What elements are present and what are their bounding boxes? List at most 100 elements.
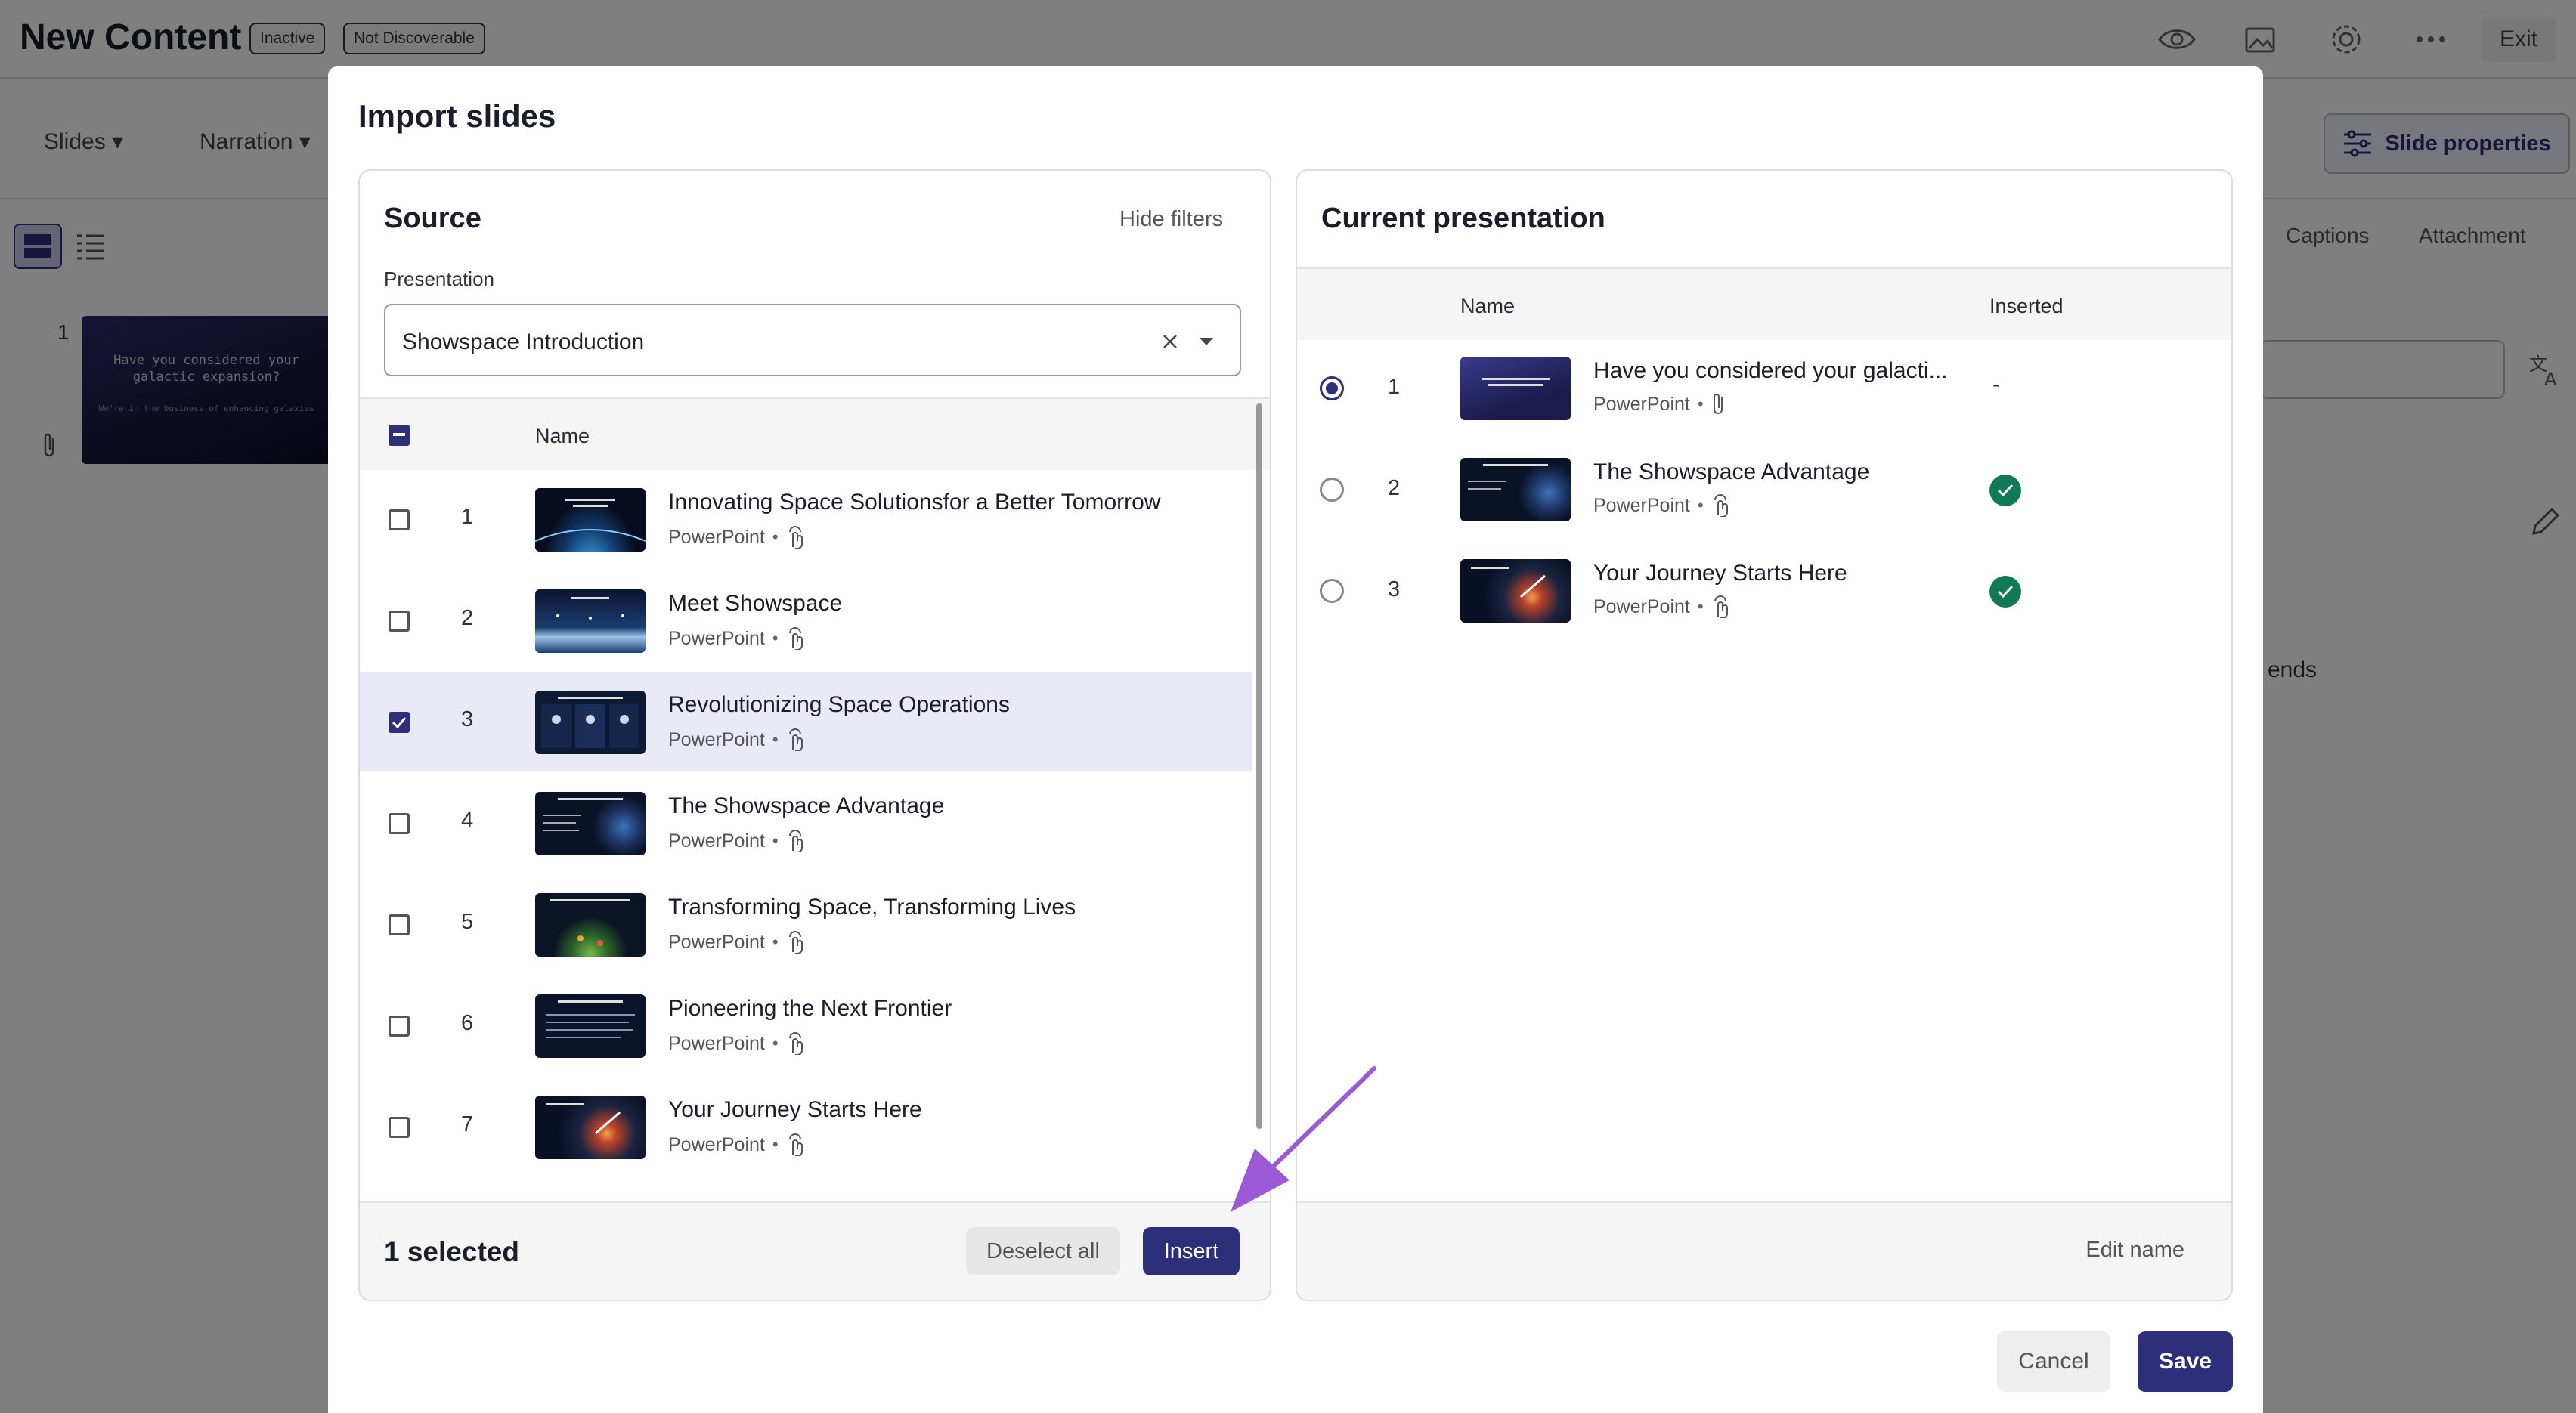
separator-dot: •: [1697, 496, 1704, 515]
current-table-header: Name Inserted: [1297, 267, 2231, 340]
row-checkbox[interactable]: [389, 509, 410, 530]
row-number: 6: [461, 1011, 474, 1035]
slide-thumbnail: [535, 691, 646, 754]
source-title: Source: [384, 203, 481, 234]
row-checkbox-checked[interactable]: [389, 712, 410, 733]
row-checkbox[interactable]: [389, 611, 410, 632]
row-checkbox[interactable]: [389, 914, 410, 935]
row-checkbox[interactable]: [389, 813, 410, 834]
presentation-select-value: Showspace Introduction: [402, 329, 645, 354]
edit-name-button[interactable]: Edit name: [2085, 1238, 2184, 1263]
slide-type: PowerPoint: [1593, 595, 1690, 617]
slide-type: PowerPoint: [1593, 393, 1690, 415]
slide-name: The Showspace Advantage: [668, 793, 945, 818]
save-button[interactable]: Save: [2138, 1331, 2233, 1392]
separator-dot: •: [772, 1034, 779, 1053]
table-row[interactable]: 1 Innovating Space Solutionsfor a Better…: [360, 470, 1252, 568]
insert-button[interactable]: Insert: [1143, 1227, 1240, 1275]
table-row[interactable]: 5 Transforming Space, Transforming Lives…: [360, 875, 1252, 973]
column-inserted: Inserted: [1989, 295, 2064, 317]
source-slide-list: 1 Innovating Space Solutionsfor a Better…: [360, 470, 1252, 1159]
row-radio[interactable]: [1320, 478, 1344, 502]
row-number: 4: [461, 809, 474, 833]
slide-name: Innovating Space Solutionsfor a Better T…: [668, 490, 1161, 515]
checkmark-icon: [392, 717, 407, 728]
separator-dot: •: [772, 932, 779, 951]
current-presentation-panel: Current presentation Name Inserted 1 Hav…: [1296, 169, 2233, 1301]
selected-count: 1 selected: [384, 1236, 519, 1267]
list-item[interactable]: 3 Your Journey Starts Here PowerPoint •: [1297, 540, 2231, 641]
row-number: 3: [461, 707, 474, 731]
table-row[interactable]: 6 Pioneering the Next Frontier PowerPoin…: [360, 976, 1252, 1074]
source-footer: 1 selected Deselect all Insert: [360, 1201, 1270, 1300]
row-checkbox[interactable]: [389, 1016, 410, 1037]
chevron-down-icon[interactable]: [1193, 328, 1220, 355]
column-name: Name: [535, 425, 590, 447]
touch-hand-icon: [788, 1133, 803, 1156]
slide-meta: PowerPoint •: [668, 1133, 806, 1156]
table-row[interactable]: 4 The Showspace Advantage PowerPoint •: [360, 774, 1252, 872]
table-row[interactable]: 2 Meet Showspace PowerPoint •: [360, 571, 1252, 669]
touch-hand-icon: [788, 1032, 803, 1055]
row-checkbox[interactable]: [389, 1117, 410, 1138]
touch-hand-icon: [788, 627, 803, 650]
hide-filters-button[interactable]: Hide filters: [1119, 207, 1223, 232]
touch-hand-icon: [788, 830, 803, 852]
row-radio-selected[interactable]: [1320, 376, 1344, 400]
row-number: 5: [461, 910, 474, 934]
slide-thumbnail: [535, 488, 646, 552]
row-number: 7: [461, 1112, 474, 1136]
separator-dot: •: [772, 730, 779, 749]
select-all-checkbox[interactable]: [389, 425, 410, 446]
slide-thumbnail: [535, 893, 646, 957]
row-radio[interactable]: [1320, 579, 1344, 603]
slide-meta: PowerPoint •: [668, 627, 806, 650]
touch-hand-icon: [1714, 595, 1728, 618]
slide-meta: PowerPoint •: [1593, 393, 1726, 416]
scrollbar-thumb[interactable]: [1256, 403, 1262, 1129]
source-panel: Source Hide filters Presentation Showspa…: [358, 169, 1271, 1301]
inserted-check-icon: [1989, 576, 2021, 608]
slide-meta: PowerPoint •: [1593, 494, 1731, 517]
import-slides-dialog: Import slides Source Hide filters Presen…: [328, 66, 2263, 1413]
column-name: Name: [1460, 295, 1516, 317]
indeterminate-icon: [393, 433, 405, 436]
clear-icon[interactable]: [1156, 328, 1184, 355]
presentation-select[interactable]: Showspace Introduction: [384, 304, 1241, 376]
current-footer: Edit name: [1297, 1201, 2231, 1300]
slide-thumbnail: [1460, 458, 1571, 521]
slide-thumbnail: [1460, 559, 1571, 623]
touch-hand-icon: [788, 526, 803, 549]
paperclip-icon: [1713, 394, 1723, 414]
slide-name: Your Journey Starts Here: [1593, 561, 1847, 586]
table-row[interactable]: 7 Your Journey Starts Here PowerPoint •: [360, 1078, 1252, 1176]
touch-hand-icon: [788, 931, 803, 954]
slide-type: PowerPoint: [668, 1032, 765, 1054]
source-table-header: Name: [360, 397, 1270, 470]
table-row-selected[interactable]: 3 Revolutionizing Space Operations Power…: [360, 672, 1252, 771]
cancel-button[interactable]: Cancel: [1997, 1331, 2110, 1392]
slide-type: PowerPoint: [668, 1133, 765, 1155]
separator-dot: •: [772, 527, 779, 546]
slide-meta: PowerPoint •: [668, 830, 806, 852]
slide-thumbnail: [535, 792, 646, 855]
separator-dot: •: [772, 629, 779, 648]
row-number: 2: [1388, 476, 1401, 500]
slide-meta: PowerPoint •: [668, 931, 806, 954]
slide-type: PowerPoint: [668, 627, 765, 649]
slide-meta: PowerPoint •: [1593, 595, 1731, 618]
slide-type: PowerPoint: [668, 728, 765, 750]
slide-thumbnail: [1460, 357, 1571, 420]
slide-type: PowerPoint: [668, 830, 765, 852]
list-item[interactable]: 2 The Showspace Advantage PowerPoint •: [1297, 438, 2231, 540]
row-number: 3: [1388, 577, 1401, 601]
slide-thumbnail: [535, 589, 646, 653]
touch-hand-icon: [788, 728, 803, 751]
source-scrollbar[interactable]: [1253, 397, 1264, 1289]
list-item[interactable]: 1 Have you considered your galacti... Po…: [1297, 337, 2231, 438]
separator-dot: •: [772, 831, 779, 850]
slide-name: Your Journey Starts Here: [668, 1097, 922, 1122]
separator-dot: •: [772, 1135, 779, 1154]
slide-name: The Showspace Advantage: [1593, 459, 1870, 484]
deselect-all-button[interactable]: Deselect all: [966, 1227, 1120, 1275]
